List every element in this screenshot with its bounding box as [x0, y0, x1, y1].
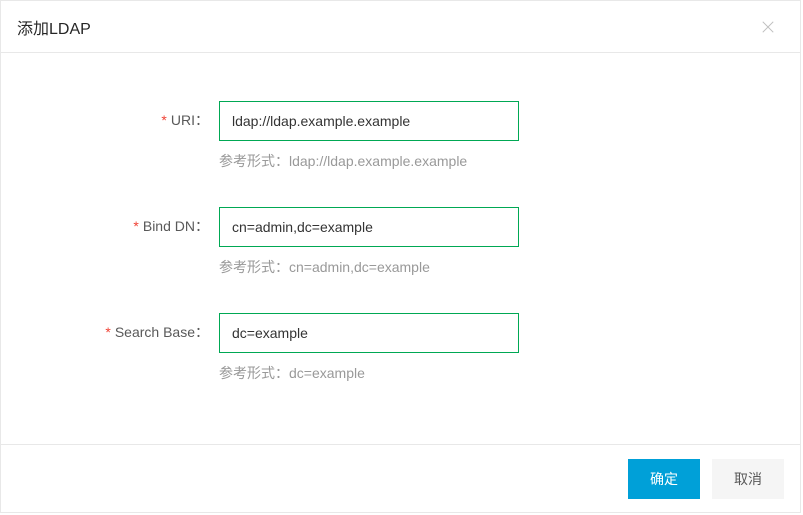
label-colon: ：: [195, 112, 209, 128]
bind-dn-input[interactable]: [219, 207, 519, 247]
close-button[interactable]: [756, 15, 780, 39]
search-base-hint: 参考形式：dc=example: [219, 363, 519, 383]
search-base-label: * Search Base：: [25, 313, 219, 342]
label-colon: ：: [195, 218, 209, 234]
bind-dn-label: * Bind DN：: [25, 207, 219, 236]
modal-footer: 确定 取消: [1, 444, 800, 512]
search-base-control: 参考形式：dc=example: [219, 313, 519, 383]
form-row-search-base: * Search Base： 参考形式：dc=example: [25, 313, 776, 383]
uri-input[interactable]: [219, 101, 519, 141]
required-marker: *: [161, 112, 166, 128]
uri-label-text: URI: [171, 112, 195, 128]
add-ldap-modal: 添加LDAP *URI： 参考形式：ldap://ldap.example.ex…: [0, 0, 801, 513]
cancel-button[interactable]: 取消: [712, 459, 784, 499]
form-row-bind-dn: * Bind DN： 参考形式：cn=admin,dc=example: [25, 207, 776, 277]
modal-body: *URI： 参考形式：ldap://ldap.example.example *…: [1, 53, 800, 444]
bind-dn-control: 参考形式：cn=admin,dc=example: [219, 207, 519, 277]
search-base-input[interactable]: [219, 313, 519, 353]
search-base-label-text: Search Base: [115, 324, 195, 340]
form-row-uri: * URI： 参考形式：ldap://ldap.example.example: [25, 101, 776, 171]
ok-button[interactable]: 确定: [628, 459, 700, 499]
bind-dn-hint: 参考形式：cn=admin,dc=example: [219, 257, 519, 277]
bind-dn-label-text: Bind DN: [143, 218, 195, 234]
required-marker: *: [133, 218, 138, 234]
uri-control: 参考形式：ldap://ldap.example.example: [219, 101, 519, 171]
label-colon: ：: [195, 324, 209, 340]
modal-title: 添加LDAP: [17, 15, 91, 39]
uri-label: * URI：: [25, 101, 219, 130]
required-marker: *: [105, 324, 110, 340]
modal-header: 添加LDAP: [1, 1, 800, 53]
uri-hint: 参考形式：ldap://ldap.example.example: [219, 151, 519, 171]
close-icon: [759, 18, 777, 36]
